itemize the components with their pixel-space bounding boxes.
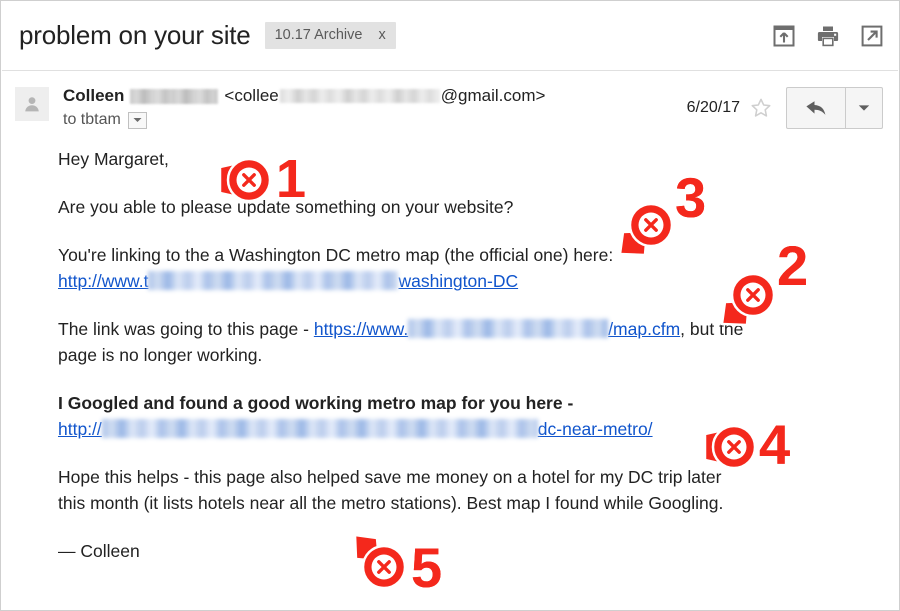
annotation-marker-3[interactable]: 3 3 — [615, 163, 709, 261]
annotation-marker-2[interactable]: 2 2 — [717, 231, 811, 331]
label-chip-text: 10.17 Archive — [274, 27, 363, 43]
annotation-marker-5[interactable]: 5 5 — [349, 529, 445, 602]
recipient-line[interactable]: to tbtam — [63, 111, 687, 129]
broken-link[interactable]: https://www. /map.cfm — [314, 319, 680, 339]
redacted-link-2 — [408, 319, 609, 338]
recommended-link-prefix: http:// — [58, 419, 102, 439]
open-in-new-window-icon[interactable] — [861, 25, 883, 47]
sender-row: Colleen <collee @gmail.com> to tbtam 6/2… — [1, 71, 899, 129]
email-body: Hey Margaret, Are you able to please upd… — [1, 129, 899, 564]
sender-email-suffix: @gmail.com> — [440, 86, 546, 105]
svg-text:3: 3 — [675, 166, 706, 229]
signature: — Colleen — [58, 541, 140, 561]
recommendation-heading: I Googled and found a good working metro… — [58, 393, 574, 413]
avatar — [15, 87, 49, 121]
broken-link-url-suffix: /map.cfm — [608, 319, 681, 339]
closing-line-2: this month (it lists hotels near all the… — [58, 493, 724, 513]
email-viewer: problem on your site 10.17 Archive x Col… — [0, 0, 900, 611]
redacted-link-3 — [101, 419, 538, 438]
recipient-details-chevron-down-icon[interactable] — [127, 111, 147, 129]
question-paragraph: Are you able to please update something … — [58, 197, 514, 217]
message-date: 6/20/17 — [686, 99, 740, 116]
greeting-paragraph: Hey Margaret, — [58, 149, 169, 169]
annotation-marker-1[interactable]: 1 1 — [216, 146, 309, 212]
metro-map-link[interactable]: http://www.t washington-DC — [58, 271, 518, 291]
label-remove-icon[interactable]: x — [378, 27, 385, 43]
sender-name: Colleen — [63, 86, 125, 105]
print-icon[interactable] — [817, 25, 839, 47]
more-options-chevron-down-icon[interactable] — [845, 88, 882, 128]
header-actions — [773, 25, 883, 47]
redacted-link-1 — [148, 271, 399, 290]
metro-map-link-prefix: http://www.t — [58, 271, 149, 291]
broken-link-url-prefix: https://www. — [313, 319, 409, 339]
svg-text:1: 1 — [276, 149, 306, 209]
redacted-email-body — [279, 89, 440, 103]
redacted-last-name — [130, 88, 219, 104]
svg-text:4: 4 — [759, 413, 790, 476]
archive-icon[interactable] — [773, 25, 795, 47]
message-actions: 6/20/17 — [687, 87, 883, 129]
broken-link-line2: page is no longer working. — [58, 345, 263, 365]
sender-line: Colleen <collee @gmail.com> — [63, 85, 687, 107]
metro-map-link-suffix: washington-DC — [398, 271, 519, 291]
recommended-link-suffix: dc-near-metro/ — [537, 419, 653, 439]
star-icon[interactable] — [750, 97, 772, 119]
linking-paragraph-text: You're linking to the a Washington DC me… — [58, 245, 614, 265]
sender-details: Colleen <collee @gmail.com> to tbtam — [63, 85, 687, 129]
page-title: problem on your site — [19, 20, 251, 50]
recommended-map-link[interactable]: http:// dc-near-metro/ — [58, 419, 653, 439]
label-chip[interactable]: 10.17 Archive x — [264, 22, 396, 49]
reply-button[interactable] — [787, 88, 845, 128]
closing-line-1: Hope this helps - this page also helped … — [58, 467, 722, 487]
svg-text:2: 2 — [777, 234, 808, 297]
recipient-label: to tbtam — [63, 111, 121, 128]
sender-email-prefix: <collee — [224, 86, 279, 105]
broken-link-prefix: The link was going to this page - — [58, 319, 314, 339]
svg-text:5: 5 — [411, 536, 442, 599]
annotation-marker-4[interactable]: 4 4 — [701, 410, 793, 479]
reply-button-group — [786, 87, 883, 129]
email-header: problem on your site 10.17 Archive x — [1, 1, 899, 70]
